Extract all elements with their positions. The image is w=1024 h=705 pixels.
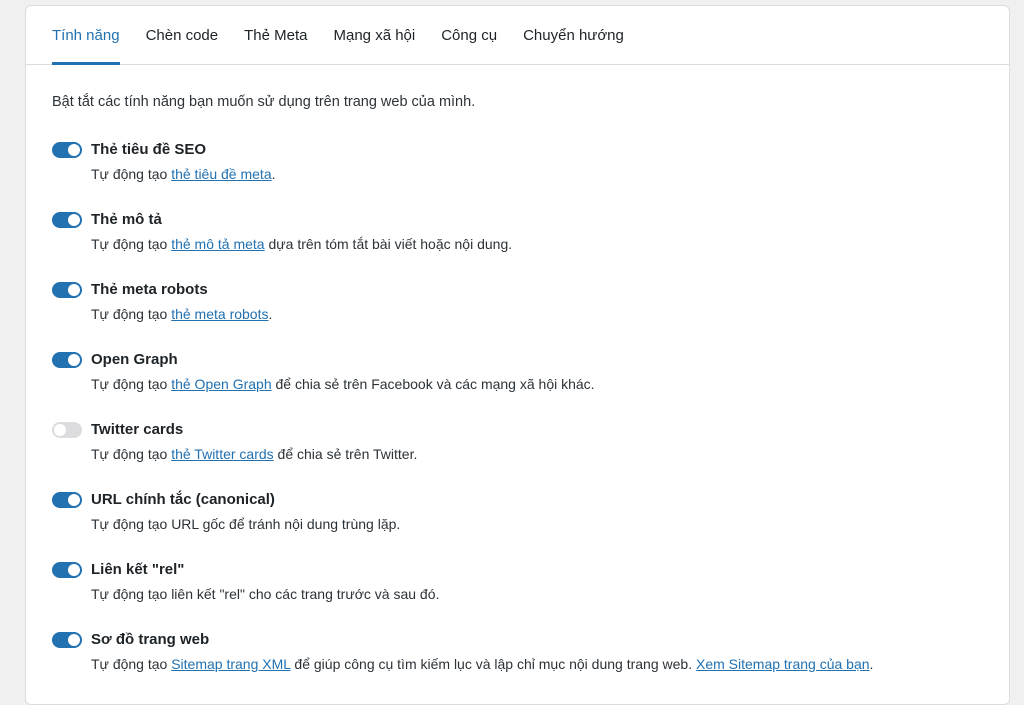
feature-description: Tự động tạo thẻ meta robots. [91, 306, 272, 322]
feature-title: Liên kết "rel" [91, 561, 185, 578]
desc-text: dựa trên tóm tắt bài viết hoặc nội dung. [264, 236, 513, 252]
intro-text: Bật tắt các tính năng bạn muốn sử dụng t… [52, 94, 476, 110]
feature-description: Tự động tạo thẻ mô tả meta dựa trên tóm … [91, 236, 512, 252]
feature-title: Sơ đồ trang web [91, 631, 210, 648]
toggle-knob [68, 144, 80, 156]
feature-title: Thẻ meta robots [91, 281, 208, 298]
feature-toggle[interactable] [52, 212, 82, 228]
feature-link[interactable]: Sitemap trang XML [171, 656, 290, 672]
feature-toggle[interactable] [52, 562, 82, 578]
desc-text: để giúp công cụ tìm kiếm lục và lập chỉ … [290, 656, 696, 672]
tab-features[interactable]: Tính năng [52, 6, 120, 65]
tab-social[interactable]: Mạng xã hội [334, 6, 416, 44]
toggle-knob [54, 424, 66, 436]
feature-description: Tự động tạo liên kết "rel" cho các trang… [91, 586, 439, 602]
desc-text: Tự động tạo [91, 376, 172, 392]
feature-toggle[interactable] [52, 282, 82, 298]
desc-text: Tự động tạo URL gốc để tránh nội dung tr… [91, 516, 401, 532]
desc-text: để chia sẻ trên Twitter. [273, 446, 418, 462]
feature-toggle[interactable] [52, 142, 82, 158]
feature-link[interactable]: thẻ meta robots [171, 306, 268, 322]
tab-insert-code[interactable]: Chèn code [146, 6, 219, 44]
toggle-knob [68, 634, 80, 646]
toggle-knob [68, 284, 80, 296]
feature-description: Tự động tạo URL gốc để tránh nội dung tr… [91, 516, 400, 532]
feature-link[interactable]: thẻ mô tả meta [171, 236, 264, 252]
desc-text: Tự động tạo [91, 446, 172, 462]
desc-text: Tự động tạo [91, 656, 172, 672]
feature-title: URL chính tắc (canonical) [91, 491, 275, 508]
toggle-knob [68, 214, 80, 226]
feature-description: Tự động tạo thẻ Open Graph để chia sẻ tr… [91, 376, 595, 392]
feature-link[interactable]: thẻ Twitter cards [171, 446, 273, 462]
feature-link[interactable]: thẻ Open Graph [171, 376, 271, 392]
desc-text: để chia sẻ trên Facebook và các mạng xã … [271, 376, 595, 392]
desc-text: Tự động tạo liên kết "rel" cho các trang… [91, 586, 440, 602]
feature-title: Thẻ mô tả [91, 211, 162, 228]
feature-title: Open Graph [91, 351, 178, 368]
feature-title: Twitter cards [91, 421, 184, 438]
desc-text: . [268, 306, 273, 322]
tab-redirects[interactable]: Chuyển hướng [523, 6, 624, 44]
desc-text: Tự động tạo [91, 166, 172, 182]
tab-bar: Tính năng Chèn code Thẻ Meta Mạng xã hội… [26, 6, 1009, 65]
feature-link[interactable]: thẻ tiêu đề meta [171, 166, 271, 182]
toggle-knob [68, 494, 80, 506]
desc-text: Tự động tạo [91, 306, 172, 322]
feature-description: Tự động tạo thẻ Twitter cards để chia sẻ… [91, 446, 417, 462]
feature-toggle[interactable] [52, 422, 82, 438]
feature-toggle[interactable] [52, 492, 82, 508]
feature-toggle[interactable] [52, 632, 82, 648]
view-sitemap-link[interactable]: Xem Sitemap trang của bạn [696, 656, 870, 672]
feature-description: Tự động tạo thẻ tiêu đề meta. [91, 166, 276, 182]
toggle-knob [68, 564, 80, 576]
desc-text: . [869, 656, 874, 672]
feature-description: Tự động tạo Sitemap trang XML để giúp cô… [91, 656, 873, 672]
desc-text: Tự động tạo [91, 236, 172, 252]
tab-meta-tags[interactable]: Thẻ Meta [244, 6, 307, 44]
feature-toggle[interactable] [52, 352, 82, 368]
tab-tools[interactable]: Công cụ [441, 6, 497, 44]
settings-panel: Tính năng Chèn code Thẻ Meta Mạng xã hội… [25, 5, 1010, 705]
toggle-knob [68, 354, 80, 366]
desc-text: . [271, 166, 276, 182]
feature-title: Thẻ tiêu đề SEO [91, 141, 207, 158]
